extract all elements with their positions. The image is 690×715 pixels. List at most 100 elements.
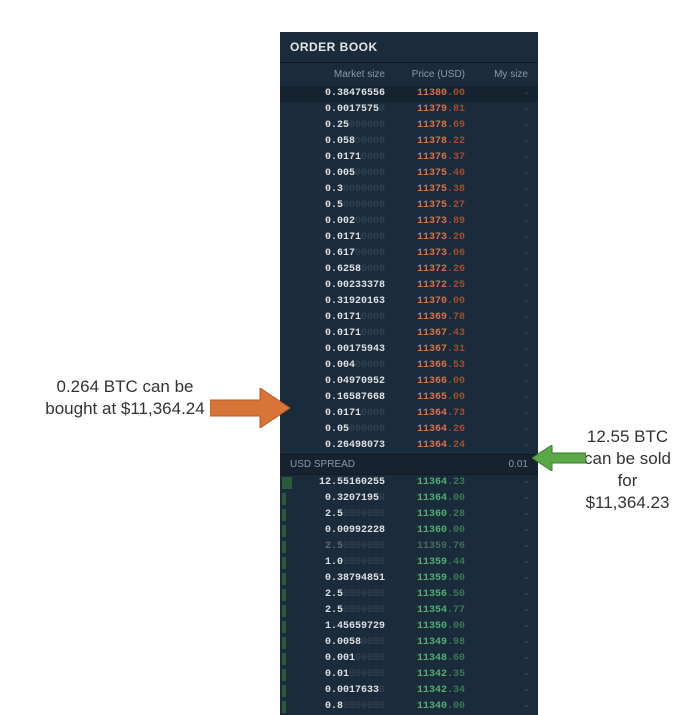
order-row[interactable]: 0.0017594311367.31- xyxy=(280,342,538,358)
cell-my-size: - xyxy=(465,295,528,309)
cell-my-size: - xyxy=(465,636,528,650)
cell-my-size: - xyxy=(465,279,528,293)
cell-my-size: - xyxy=(465,375,528,389)
order-row[interactable]: 0.0497095211366.00- xyxy=(280,374,538,390)
cell-market-size: 0.01710000 xyxy=(290,151,385,165)
cell-price: 11364.26 xyxy=(385,423,465,437)
depth-bar xyxy=(282,701,286,713)
cell-market-size: 0.50000000 xyxy=(290,199,385,213)
order-row[interactable]: 0.2649807311364.24- xyxy=(280,438,538,454)
order-row[interactable]: 0.0023337811372.25- xyxy=(280,278,538,294)
order-row[interactable]: 0.0100000011342.35- xyxy=(280,667,538,683)
depth-bar xyxy=(282,589,286,601)
cell-price: 11360.28 xyxy=(385,508,465,522)
cell-market-size: 0.26498073 xyxy=(290,439,385,453)
cell-price: 11379.81 xyxy=(385,103,465,117)
cell-my-size: - xyxy=(465,119,528,133)
order-row[interactable]: 0.0171000011376.37- xyxy=(280,150,538,166)
annotation-buy: 0.264 BTC can be bought at $11,364.24 xyxy=(35,376,215,420)
order-row[interactable]: 0.3192016311370.00- xyxy=(280,294,538,310)
cell-market-size: 0.00400000 xyxy=(290,359,385,373)
cell-market-size: 2.50000000 xyxy=(290,540,385,554)
arrow-right-icon xyxy=(210,388,290,428)
order-row[interactable]: 2.5000000011356.50- xyxy=(280,587,538,603)
order-row[interactable]: 0.0500000011364.26- xyxy=(280,422,538,438)
order-row[interactable]: 0.1658766811365.00- xyxy=(280,390,538,406)
cell-market-size: 2.50000000 xyxy=(290,588,385,602)
arrow-left-icon xyxy=(532,445,586,471)
order-book-panel: ORDER BOOK Market size Price (USD) My si… xyxy=(280,32,538,715)
cell-price: 11349.98 xyxy=(385,636,465,650)
order-row[interactable]: 0.0017575011379.81- xyxy=(280,102,538,118)
cell-my-size: - xyxy=(465,524,528,538)
depth-bar xyxy=(282,477,292,489)
order-row[interactable]: 0.6258000011372.26- xyxy=(280,262,538,278)
cell-my-size: - xyxy=(465,199,528,213)
cell-price: 11370.00 xyxy=(385,295,465,309)
order-row[interactable]: 0.6170000011373.06- xyxy=(280,246,538,262)
cell-my-size: - xyxy=(465,492,528,506)
order-row[interactable]: 0.8000000011340.00- xyxy=(280,699,538,715)
cell-market-size: 0.00175943 xyxy=(290,343,385,357)
order-row[interactable]: 0.0171000011373.20- xyxy=(280,230,538,246)
depth-bar xyxy=(282,557,286,569)
cell-my-size: - xyxy=(465,343,528,357)
cell-my-size: - xyxy=(465,359,528,373)
order-row[interactable]: 1.4565972911350.00- xyxy=(280,619,538,635)
cell-market-size: 12.55160255 xyxy=(290,476,385,490)
order-row[interactable]: 0.0058000011349.98- xyxy=(280,635,538,651)
order-row[interactable]: 0.3207195011364.00- xyxy=(280,491,538,507)
cell-market-size: 0.01710000 xyxy=(290,311,385,325)
order-row[interactable]: 0.3000000011375.38- xyxy=(280,182,538,198)
order-row[interactable]: 1.0000000011359.44- xyxy=(280,555,538,571)
cell-my-size: - xyxy=(465,620,528,634)
order-row[interactable]: 0.0099222811360.00- xyxy=(280,523,538,539)
depth-bar xyxy=(282,621,286,633)
order-row[interactable]: 2.5000000011354.77- xyxy=(280,603,538,619)
spread-value: 0.01 xyxy=(448,459,528,470)
cell-my-size: - xyxy=(465,476,528,490)
order-row[interactable]: 2.5000000011360.28- xyxy=(280,507,538,523)
cell-my-size: - xyxy=(465,652,528,666)
cell-price: 11372.26 xyxy=(385,263,465,277)
depth-bar xyxy=(282,653,286,665)
cell-my-size: - xyxy=(465,700,528,714)
cell-my-size: - xyxy=(465,183,528,197)
order-row[interactable]: 0.0171000011367.43- xyxy=(280,326,538,342)
order-row[interactable]: 0.0171000011364.73- xyxy=(280,406,538,422)
order-row[interactable]: 0.0010000011348.60- xyxy=(280,651,538,667)
order-row[interactable]: 0.0171000011369.78- xyxy=(280,310,538,326)
cell-my-size: - xyxy=(465,231,528,245)
depth-bar xyxy=(282,541,286,553)
cell-market-size: 0.05800000 xyxy=(290,135,385,149)
cell-price: 11359.00 xyxy=(385,572,465,586)
cell-price: 11364.73 xyxy=(385,407,465,421)
asks-list: 0.3847655611380.00-0.0017575011379.81-0.… xyxy=(280,86,538,454)
cell-market-size: 0.00233378 xyxy=(290,279,385,293)
column-market-size: Market size xyxy=(290,69,385,80)
cell-my-size: - xyxy=(465,311,528,325)
cell-market-size: 0.00500000 xyxy=(290,167,385,181)
column-my-size: My size xyxy=(465,69,528,80)
cell-price: 11373.06 xyxy=(385,247,465,261)
cell-price: 11359.44 xyxy=(385,556,465,570)
order-row[interactable]: 0.0580000011378.22- xyxy=(280,134,538,150)
cell-my-size: - xyxy=(465,407,528,421)
cell-my-size: - xyxy=(465,508,528,522)
cell-market-size: 1.00000000 xyxy=(290,556,385,570)
cell-price: 11375.27 xyxy=(385,199,465,213)
order-row[interactable]: 12.5516025511364.23- xyxy=(280,475,538,491)
order-row[interactable]: 0.2500000011378.69- xyxy=(280,118,538,134)
order-row[interactable]: 0.0017633011342.34- xyxy=(280,683,538,699)
order-row[interactable]: 0.3879485111359.00- xyxy=(280,571,538,587)
order-row[interactable]: 0.5000000011375.27- xyxy=(280,198,538,214)
order-row[interactable]: 0.3847655611380.00- xyxy=(280,86,538,102)
cell-my-size: - xyxy=(465,151,528,165)
order-row[interactable]: 2.5000000011359.76- xyxy=(280,539,538,555)
cell-market-size: 1.45659729 xyxy=(290,620,385,634)
order-row[interactable]: 0.0050000011375.40- xyxy=(280,166,538,182)
order-row[interactable]: 0.0040000011366.53- xyxy=(280,358,538,374)
cell-price: 11380.00 xyxy=(385,87,465,101)
order-row[interactable]: 0.0020000011373.89- xyxy=(280,214,538,230)
cell-price: 11375.40 xyxy=(385,167,465,181)
